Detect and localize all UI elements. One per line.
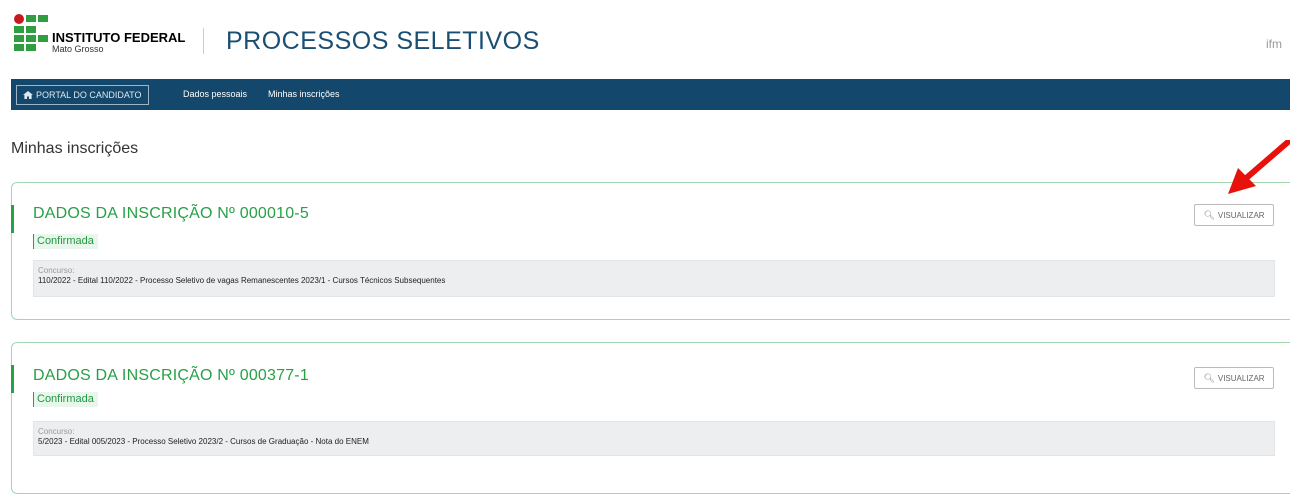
view-button-label: VISUALIZAR <box>1217 374 1265 383</box>
view-button[interactable]: 🔍︎ VISUALIZAR <box>1194 367 1274 389</box>
logo-title: INSTITUTO FEDERAL <box>52 30 186 45</box>
card-accent-bar <box>11 365 14 393</box>
card-accent-bar <box>11 205 14 233</box>
logo-mark-icon <box>14 14 54 54</box>
header-user-link[interactable]: ifm <box>1266 37 1282 51</box>
concurso-value: 110/2022 - Edital 110/2022 - Processo Se… <box>38 276 446 285</box>
concurso-label: Concurso: <box>38 266 75 275</box>
nav-portal-candidato[interactable]: PORTAL DO CANDIDATO <box>16 85 149 105</box>
main-navbar: PORTAL DO CANDIDATO Dados pessoais Minha… <box>11 79 1290 110</box>
nav-item-dados-pessoais[interactable]: Dados pessoais <box>183 79 247 110</box>
red-arrow-annotation <box>1228 140 1290 194</box>
inscription-card: DADOS DA INSCRIÇÃO Nº 000377-1 Confirmad… <box>11 342 1290 494</box>
concurso-info-box: Concurso: 110/2022 - Edital 110/2022 - P… <box>33 260 1275 297</box>
status-badge: Confirmada <box>33 234 98 249</box>
nav-portal-label: PORTAL DO CANDIDATO <box>36 90 142 100</box>
inscription-card: DADOS DA INSCRIÇÃO Nº 000010-5 Confirmad… <box>11 182 1290 320</box>
ifmt-logo[interactable]: INSTITUTO FEDERAL Mato Grosso <box>14 14 186 54</box>
site-title: PROCESSOS SELETIVOS <box>226 27 540 55</box>
concurso-label: Concurso: <box>38 427 75 436</box>
header-divider <box>203 28 204 54</box>
inscription-title: DADOS DA INSCRIÇÃO Nº 000010-5 <box>33 205 309 222</box>
view-button[interactable]: 🔍︎ VISUALIZAR <box>1194 204 1274 226</box>
logo-subtitle: Mato Grosso <box>52 44 104 54</box>
site-header: INSTITUTO FEDERAL Mato Grosso PROCESSOS … <box>0 0 1290 79</box>
page-title: Minhas inscrições <box>11 140 139 157</box>
home-icon <box>23 86 33 104</box>
view-button-label: VISUALIZAR <box>1217 211 1265 220</box>
status-badge: Confirmada <box>33 392 98 407</box>
concurso-value: 5/2023 - Edital 005/2023 - Processo Sele… <box>38 437 369 446</box>
search-icon: 🔍︎ <box>1203 210 1215 220</box>
inscription-title: DADOS DA INSCRIÇÃO Nº 000377-1 <box>33 367 309 384</box>
nav-item-minhas-inscricoes[interactable]: Minhas inscrições <box>268 79 340 110</box>
search-icon: 🔍︎ <box>1203 373 1215 383</box>
concurso-info-box: Concurso: 5/2023 - Edital 005/2023 - Pro… <box>33 421 1275 456</box>
